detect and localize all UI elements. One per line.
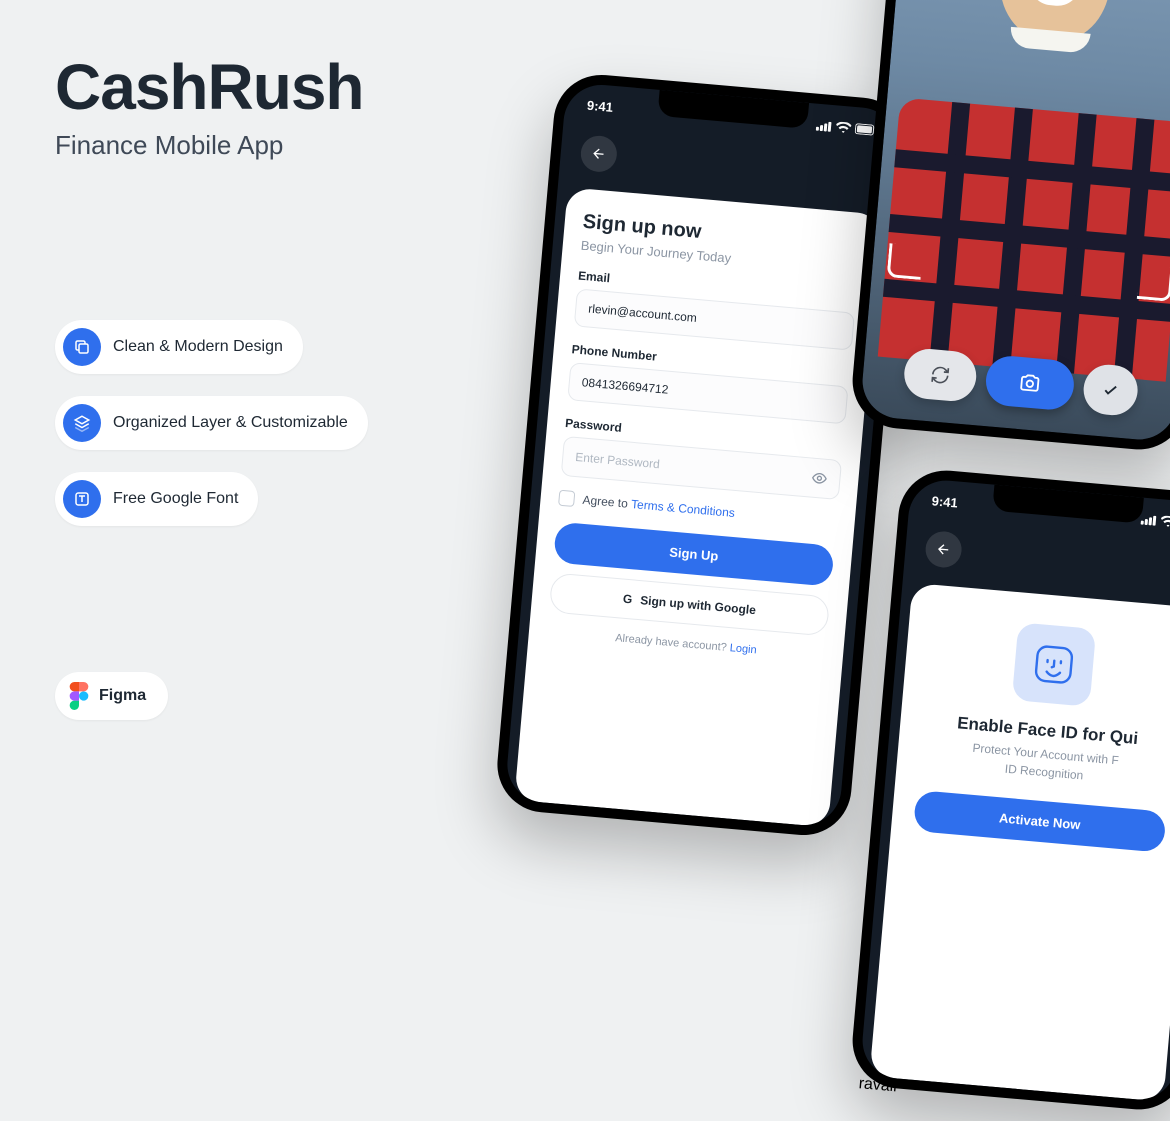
camera-flip-button[interactable] xyxy=(902,347,978,403)
phone-faceid: 9:41 Enable Face ID for Qui Prot xyxy=(849,467,1170,1114)
status-time: 9:41 xyxy=(586,98,613,115)
hero-title: CashRush xyxy=(55,50,364,124)
feature-pill: Free Google Font xyxy=(55,472,258,526)
login-link[interactable]: Login xyxy=(729,642,757,656)
status-icons xyxy=(1141,514,1170,530)
status-icons xyxy=(816,120,878,136)
feature-label: Clean & Modern Design xyxy=(113,338,283,356)
faceid-icon xyxy=(1011,622,1096,707)
camera-viewfinder xyxy=(859,0,1170,443)
feature-label: Free Google Font xyxy=(113,490,238,508)
eye-icon[interactable] xyxy=(811,470,828,487)
camera-capture-button[interactable] xyxy=(983,354,1075,411)
tool-label: Figma xyxy=(99,687,146,705)
phone-signup: 9:41 Sign up now Begin Your Journey Toda… xyxy=(493,71,911,839)
camera-confirm-button[interactable] xyxy=(1081,363,1139,418)
back-button[interactable] xyxy=(924,530,963,569)
terms-checkbox[interactable] xyxy=(558,490,575,507)
status-time: 9:41 xyxy=(931,493,958,510)
phone-camera xyxy=(849,0,1170,453)
back-button[interactable] xyxy=(579,134,618,173)
terms-link[interactable]: Terms & Conditions xyxy=(631,497,736,520)
feature-label: Organized Layer & Customizable xyxy=(113,414,348,432)
tool-figma: Figma xyxy=(55,672,168,720)
figma-icon xyxy=(69,682,89,710)
feature-list: Clean & Modern Design Organized Layer & … xyxy=(55,320,368,526)
feature-pill: Organized Layer & Customizable xyxy=(55,396,368,450)
layers-icon xyxy=(63,404,101,442)
hero-subtitle: Finance Mobile App xyxy=(55,130,283,161)
faceid-card: Enable Face ID for Qui Protect Your Acco… xyxy=(869,583,1170,1102)
scan-frame xyxy=(887,0,1170,302)
copy-icon xyxy=(63,328,101,366)
feature-pill: Clean & Modern Design xyxy=(55,320,303,374)
google-icon: G xyxy=(622,592,633,607)
type-icon xyxy=(63,480,101,518)
signup-card: Sign up now Begin Your Journey Today Ema… xyxy=(514,187,881,827)
activate-button[interactable]: Activate Now xyxy=(913,790,1167,853)
